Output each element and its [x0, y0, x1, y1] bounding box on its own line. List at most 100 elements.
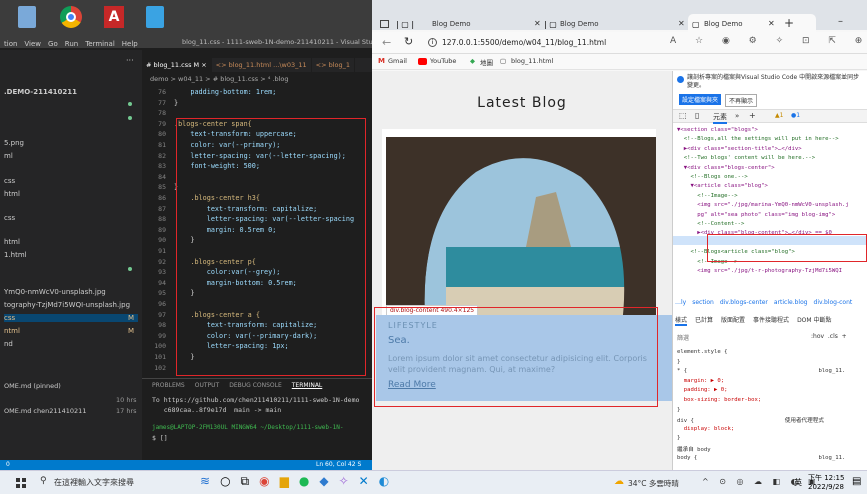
tab-blog-css[interactable]: # blog_11.css M ×	[142, 58, 212, 72]
explorer-file[interactable]: nd	[4, 340, 13, 348]
timeline-item[interactable]: OME.md (pinned)	[4, 382, 61, 390]
weather-text[interactable]: 34°C 多雲時晴	[628, 478, 679, 489]
browser-tab[interactable]: Blog Demo	[432, 20, 471, 32]
app-taskbar-icon[interactable]: ✧	[339, 474, 349, 489]
fav-blog[interactable]: blog_11.html	[511, 57, 553, 65]
tab-dom-breakpoints[interactable]: DOM 中斷點	[797, 315, 831, 326]
spotify-icon[interactable]: ●	[299, 474, 309, 489]
tab-terminal[interactable]: TERMINAL	[292, 382, 323, 389]
explorer-file-modified[interactable]: css	[4, 314, 138, 322]
style-rule-line[interactable]: }	[677, 359, 867, 365]
terminal-prompt[interactable]: $ []	[152, 434, 168, 442]
explorer-file[interactable]: css	[4, 214, 15, 222]
style-rule-line[interactable]: display: block;	[677, 426, 867, 432]
files-icon[interactable]: ▆	[280, 474, 289, 489]
breadcrumb[interactable]: demo > w04_11 > # blog_11.css > ⁴ .blog	[150, 75, 289, 83]
dom-node[interactable]: <!--Two blogs' content will be here.-->	[677, 155, 867, 161]
notice-dismiss-button[interactable]: 不再顯示	[725, 94, 758, 107]
dom-node[interactable]: ▶<div class="section-title">…</div>	[677, 146, 867, 152]
explorer-file[interactable]: YmQ0-nmWcV0-unsplash.jpg	[4, 288, 106, 296]
code-line[interactable]: }	[174, 99, 178, 107]
style-rule-line[interactable]: padding: ▶ 0;	[677, 387, 867, 393]
dom-node[interactable]: <!--Blogs,all the settings will put in h…	[677, 136, 867, 142]
clock-time[interactable]: 下午 12:15	[808, 473, 844, 483]
explorer-file-modified[interactable]: ntml	[4, 327, 20, 335]
style-rule-line[interactable]: }	[677, 435, 867, 441]
chrome-taskbar-icon[interactable]: ◉	[259, 474, 269, 489]
back-icon[interactable]: ←	[382, 36, 391, 49]
dom-node[interactable]: <!--Blogs one.-->	[677, 174, 867, 180]
explorer-file[interactable]: 5.png	[4, 139, 24, 147]
explorer-file[interactable]: ml	[4, 152, 13, 160]
explorer-file[interactable]: css	[4, 177, 15, 185]
notice-primary-button[interactable]: 設定檔案與夾	[679, 94, 722, 105]
style-rule-line[interactable]: box-sizing: border-box;	[677, 397, 867, 403]
style-rule-line[interactable]: div { 使用者代理程式	[677, 416, 867, 424]
dom-node[interactable]: pg" alt="sea photo" class="img blog-img"…	[677, 212, 867, 218]
dom-node[interactable]: <img src="./jpg/t-r-photography-TzjMd7i5…	[677, 268, 867, 274]
crumb[interactable]: div.blogs-center	[720, 299, 768, 306]
crumb[interactable]: …ly	[675, 299, 686, 306]
style-rule-line[interactable]: element.style {	[677, 349, 867, 355]
acrobat-icon[interactable]: A	[104, 6, 124, 28]
minimize-icon[interactable]: –	[838, 16, 843, 27]
crumb[interactable]: div.blog-cont	[814, 299, 853, 306]
tab-elements[interactable]: 元素	[713, 112, 727, 124]
new-tab-icon[interactable]: +	[784, 16, 794, 30]
tab-layout[interactable]: 版面配置	[721, 315, 745, 326]
fav-youtube[interactable]: YouTube	[430, 57, 456, 65]
tab-event-listeners[interactable]: 事件接聽程式	[753, 315, 789, 326]
more-tabs-icon[interactable]: »	[735, 112, 739, 120]
sourcetree-icon[interactable]: ◆	[319, 474, 328, 489]
inspect-icon[interactable]: ⬚	[679, 111, 687, 120]
dom-node[interactable]: <!--Image-->	[677, 193, 867, 199]
menu-run[interactable]: Run	[65, 40, 78, 48]
style-rule-line[interactable]: margin: ▶ 0;	[677, 378, 867, 384]
tab-computed[interactable]: 已計算	[695, 315, 713, 326]
tab-blog-html[interactable]: <> blog_11.html ...\w03_11	[212, 58, 312, 72]
dom-node[interactable]: ▼<section class="blogs">	[677, 127, 867, 133]
close-icon[interactable]: ✕	[768, 19, 775, 28]
recycle-bin-icon[interactable]	[18, 6, 36, 28]
tab-styles[interactable]: 樣式	[675, 315, 688, 326]
crumb[interactable]: section	[692, 299, 714, 306]
cortana-icon[interactable]: ○	[220, 474, 230, 489]
browser-tab-active[interactable]: Blog Demo	[704, 20, 743, 32]
style-rule-line[interactable]: body { blog_11.	[677, 455, 867, 461]
menu-terminal[interactable]: Terminal	[85, 40, 115, 48]
clock-date[interactable]: 2022/9/28	[808, 483, 844, 491]
style-rule-line[interactable]: }	[677, 407, 867, 413]
menu-view[interactable]: View	[24, 40, 41, 48]
add-tab-icon[interactable]: +	[749, 111, 756, 120]
close-icon[interactable]: ✕	[534, 19, 541, 28]
window-icon[interactable]	[380, 20, 389, 28]
styles-filter-actions[interactable]: :hov .cls +	[811, 333, 847, 340]
taskbar-search[interactable]: 在這裡輸入文字來搜尋	[54, 477, 134, 488]
close-icon[interactable]: ✕	[678, 19, 685, 28]
app-icon[interactable]	[146, 6, 164, 28]
explorer-more-icon[interactable]: ···	[126, 56, 134, 65]
windows-start-icon[interactable]	[16, 478, 26, 488]
url-field[interactable]: 127.0.0.1:5500/demo/w04_11/blog_11.html	[442, 38, 606, 47]
tab-debug-console[interactable]: DEBUG CONSOLE	[229, 382, 282, 389]
tab-problems[interactable]: PROBLEMS	[152, 382, 185, 389]
fav-gmail[interactable]: Gmail	[388, 57, 407, 65]
explorer-file[interactable]: html	[4, 190, 20, 198]
crumb[interactable]: article.blog	[774, 299, 808, 306]
dom-node[interactable]: ▼<div class="blogs-center">	[677, 165, 867, 171]
notification-icon[interactable]: ▤	[852, 476, 861, 487]
timeline-item[interactable]: OME.md chen211410211	[4, 407, 86, 415]
menu-help[interactable]: Help	[122, 40, 138, 48]
ime-indicator[interactable]: 英	[794, 477, 802, 488]
explorer-file[interactable]: 1.html	[4, 251, 27, 259]
browser-tab[interactable]: Blog Demo	[560, 20, 599, 32]
refresh-icon[interactable]: ↻	[404, 35, 413, 48]
tab-blog-other[interactable]: <> blog_1	[312, 58, 356, 72]
dom-node[interactable]: <img src="./jpg/marina-YmQ0-nmWcV0-unspl…	[677, 202, 867, 208]
vscode-taskbar-icon[interactable]: ✕	[359, 474, 369, 489]
tab-output[interactable]: OUTPUT	[195, 382, 219, 389]
code-line[interactable]: padding-bottom: 1rem;	[174, 88, 276, 96]
tray-icons[interactable]: ^ ⊙ ◎ ☁ ◧ ◐ ▣	[702, 477, 820, 486]
toolbar-icons[interactable]: A ☆ ◉ ⚙ ✧ ⊡ ⇱ ⊕ ◐	[670, 36, 867, 46]
style-rule-line[interactable]: 繼承自 body	[677, 445, 867, 453]
